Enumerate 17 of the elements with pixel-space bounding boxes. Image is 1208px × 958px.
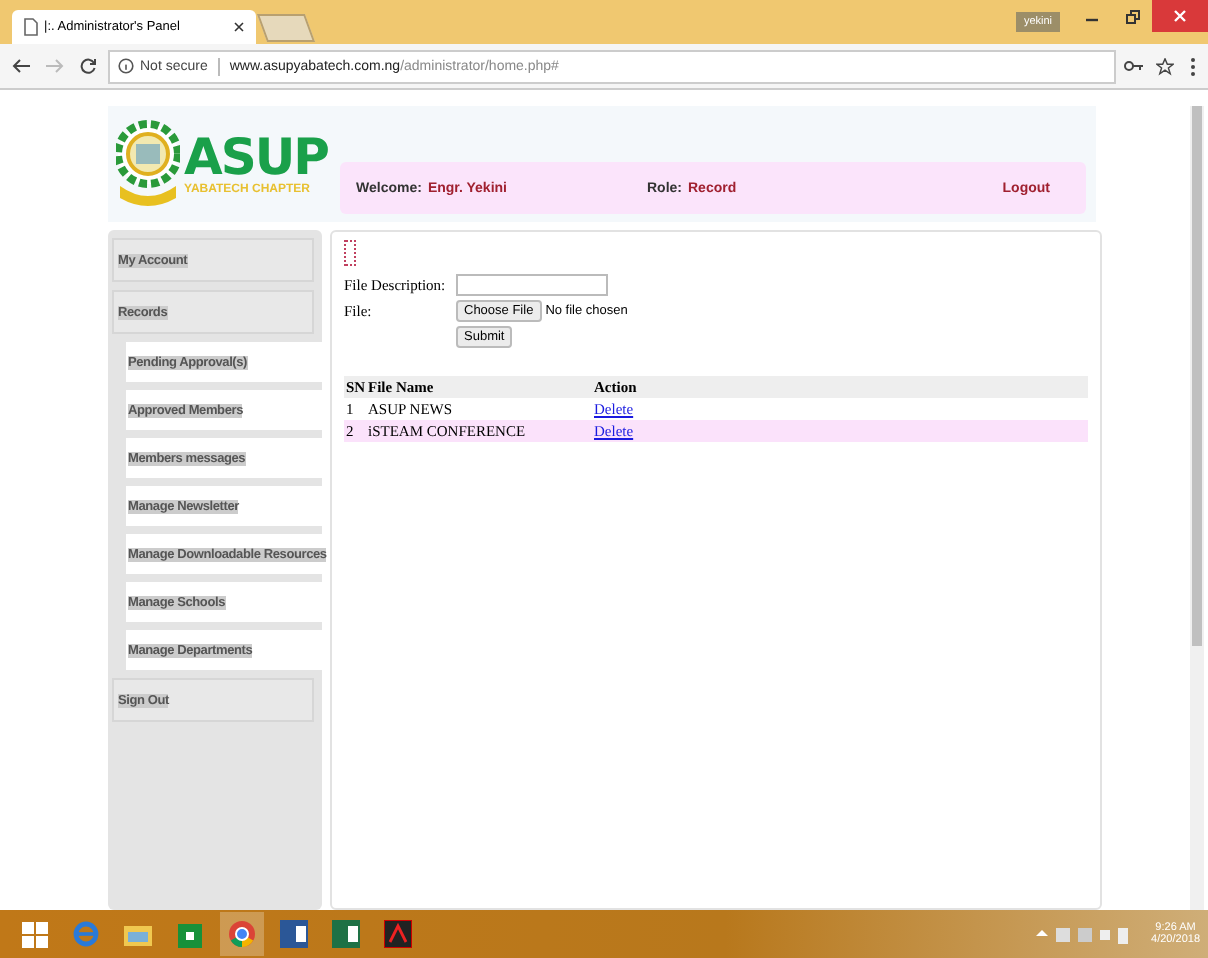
back-button[interactable] (12, 58, 30, 74)
close-icon (1174, 10, 1186, 22)
page-icon (24, 18, 38, 36)
close-button[interactable] (1152, 0, 1208, 32)
star-icon[interactable] (1156, 57, 1174, 75)
info-icon (118, 58, 134, 74)
restore-icon[interactable] (1125, 9, 1139, 23)
reload-button[interactable] (80, 58, 96, 74)
gear-emblem-icon (116, 118, 180, 210)
close-tab-icon[interactable] (234, 22, 244, 32)
scrollbar[interactable] (1190, 106, 1204, 910)
chrome-icon[interactable] (220, 912, 264, 956)
key-icon[interactable] (1124, 60, 1144, 72)
logo-title: ASUP (184, 132, 328, 184)
message-box (344, 240, 356, 266)
description-input[interactable] (456, 274, 608, 296)
menu-icon[interactable] (1190, 57, 1196, 75)
